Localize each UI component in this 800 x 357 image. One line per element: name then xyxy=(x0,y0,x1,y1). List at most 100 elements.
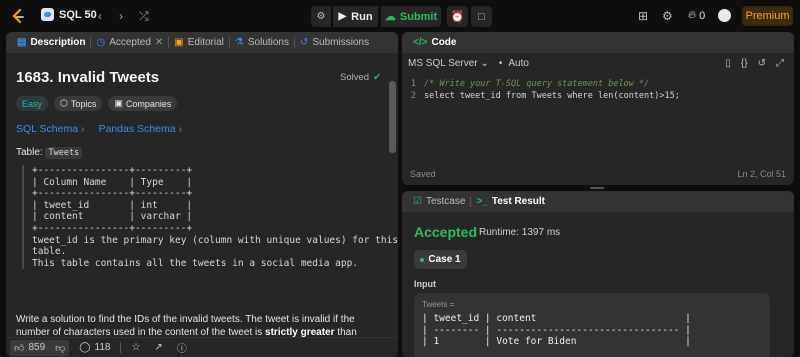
scrollbar[interactable] xyxy=(389,81,396,153)
reset-icon[interactable]: ↺ xyxy=(758,58,766,69)
tab-label: Editorial xyxy=(187,37,224,48)
page-title[interactable]: 1683. Invalid Tweets xyxy=(16,69,159,86)
pandas-schema-link[interactable]: Pandas Schema › xyxy=(98,123,181,135)
comments-button[interactable]: ◯ 118 xyxy=(75,340,114,356)
tab-solutions[interactable]: ⚗ Solutions xyxy=(230,32,294,53)
input-var-name: Tweets = xyxy=(422,300,455,309)
input-table: | tweet_id | content | | -------- | ----… xyxy=(422,313,691,347)
comment-icon: ◯ xyxy=(79,342,91,353)
code-area[interactable]: 1 /* Write your T-SQL query statement be… xyxy=(402,78,794,102)
tab-label: Description xyxy=(30,37,86,48)
result-panel: ☑ Testcase >_ Test Result Accepted Runti… xyxy=(402,191,794,357)
case-tab[interactable]: Case 1 xyxy=(414,250,467,269)
tab-editorial[interactable]: ▣ Editorial xyxy=(169,32,229,53)
settings-gear-icon[interactable]: ⚙ xyxy=(662,9,673,23)
bookmark-icon[interactable]: ▯ xyxy=(725,58,731,69)
code-line: 2 select tweet_id from Tweets where len(… xyxy=(402,90,794,102)
description-icon: ▤ xyxy=(17,37,27,48)
checkbox-icon: ☑ xyxy=(413,196,422,207)
history-icon: ↺ xyxy=(300,37,309,48)
avatar[interactable] xyxy=(718,9,731,22)
comment-count: 118 xyxy=(94,342,111,353)
language-select[interactable]: MS SQL Server ⌄ xyxy=(408,58,489,69)
thumbs-up-icon: 👍︎ xyxy=(14,342,25,354)
star-icon[interactable]: ☆ xyxy=(127,340,144,356)
previous-problem-icon[interactable]: ‹ xyxy=(98,9,102,23)
close-icon[interactable]: ✕ xyxy=(155,37,163,48)
tab-description[interactable]: ▤ Description xyxy=(12,32,90,53)
problem-list-button[interactable]: SQL 50 xyxy=(41,8,97,21)
layout-grid-icon[interactable]: ⊞ xyxy=(638,9,648,23)
schema-links: SQL Schema › Pandas Schema › xyxy=(16,123,182,135)
input-box: Tweets = | tweet_id | content | | ------… xyxy=(414,293,770,357)
tab-test-result[interactable]: >_ Test Result xyxy=(471,191,550,212)
tab-testcase[interactable]: ☑ Testcase xyxy=(408,191,470,212)
like-count: 859 xyxy=(28,342,46,353)
companies-tag[interactable]: ▣ Companies xyxy=(108,96,178,111)
tab-label: Accepted xyxy=(109,37,151,48)
saved-status: Saved xyxy=(410,169,436,179)
thumbs-down-icon[interactable]: 👎︎ xyxy=(55,342,65,354)
tab-label: Submissions xyxy=(312,37,370,48)
leetcode-logo-icon[interactable] xyxy=(10,8,26,24)
topics-label: Topics xyxy=(70,98,97,109)
clock-icon: ◷ xyxy=(96,37,106,48)
difficulty-badge: Easy xyxy=(16,96,49,111)
study-plan-icon xyxy=(41,8,54,21)
format-braces-icon[interactable]: {} xyxy=(741,58,748,69)
lock-icon: ▣ xyxy=(114,98,123,108)
line-number: 1 xyxy=(410,79,416,89)
code-editor-panel: </> Code MS SQL Server ⌄ • Auto ▯ {} ↺ ⤢… xyxy=(402,32,794,185)
note-icon: □ xyxy=(478,10,485,23)
sql-schema-link[interactable]: SQL Schema › xyxy=(16,123,84,135)
result-tabbar: ☑ Testcase >_ Test Result xyxy=(402,191,794,212)
top-bar: SQL 50 ‹ › ⤮ ⚙ ▶ Run ☁ Submit ⏰ □ ⊞ ⚙ 🔥︎… xyxy=(0,0,800,32)
timer-button[interactable]: ⏰ xyxy=(447,6,468,27)
problem-list-name: SQL 50 xyxy=(59,8,97,21)
flask-icon: ⚗ xyxy=(234,37,244,48)
code-text: select tweet_id from Tweets where len(co… xyxy=(424,91,680,101)
panel-resize-handle[interactable] xyxy=(590,187,604,189)
run-label: Run xyxy=(351,10,373,23)
help-icon[interactable]: ⓘ xyxy=(173,340,191,356)
notes-button[interactable]: □ xyxy=(471,6,492,27)
table-prefix: Table: xyxy=(16,147,43,158)
bug-icon: ⚙ xyxy=(316,11,326,22)
editor-toolbar: MS SQL Server ⌄ • Auto ▯ {} ↺ ⤢ xyxy=(402,53,794,73)
code-line: 1 /* Write your T-SQL query statement be… xyxy=(402,78,794,90)
check-circle-icon: ✔ xyxy=(373,72,382,83)
tab-code[interactable]: </> Code xyxy=(408,32,461,53)
tag-row: Easy ⬡ Topics ▣ Companies xyxy=(16,96,178,111)
table-name-code: Tweets xyxy=(45,147,83,159)
line-number: 2 xyxy=(410,91,416,101)
run-button[interactable]: ▶ Run xyxy=(333,6,378,27)
premium-button[interactable]: Premium xyxy=(742,6,793,26)
fullscreen-icon[interactable]: ⤢ xyxy=(776,58,784,69)
case-label: Case 1 xyxy=(428,254,461,265)
cloud-upload-icon: ☁ xyxy=(384,11,396,23)
footer-divider xyxy=(120,342,122,353)
submit-button[interactable]: ☁ Submit xyxy=(381,6,441,27)
share-icon[interactable]: ↗ xyxy=(150,340,166,356)
schema-block: +----------------+---------+ | Column Na… xyxy=(22,165,398,270)
code-text: /* Write your T-SQL query statement belo… xyxy=(424,79,650,89)
tab-label: Code xyxy=(431,37,457,48)
solved-status: Solved ✔ xyxy=(340,72,381,83)
fire-icon: 🔥︎ xyxy=(688,9,697,21)
terminal-icon: >_ xyxy=(476,196,488,207)
shuffle-icon[interactable]: ⤮ xyxy=(139,9,149,23)
auto-mode[interactable]: Auto xyxy=(508,58,529,69)
book-icon: ▣ xyxy=(174,37,184,48)
play-icon: ▶ xyxy=(338,11,347,22)
streak-counter[interactable]: 🔥︎ 0 xyxy=(688,9,705,22)
alarm-icon: ⏰ xyxy=(450,11,465,23)
debug-button[interactable]: ⚙ xyxy=(311,6,331,27)
next-problem-icon[interactable]: › xyxy=(119,9,123,23)
tab-accepted[interactable]: ◷ Accepted ✕ xyxy=(91,32,168,53)
topics-tag[interactable]: ⬡ Topics xyxy=(54,96,103,111)
input-label: Input xyxy=(414,279,436,289)
like-button[interactable]: 👍︎ 859 👎︎ xyxy=(10,339,70,356)
tab-label: Solutions xyxy=(247,37,289,48)
tab-submissions[interactable]: ↺ Submissions xyxy=(295,32,374,53)
solved-label: Solved xyxy=(340,72,370,83)
